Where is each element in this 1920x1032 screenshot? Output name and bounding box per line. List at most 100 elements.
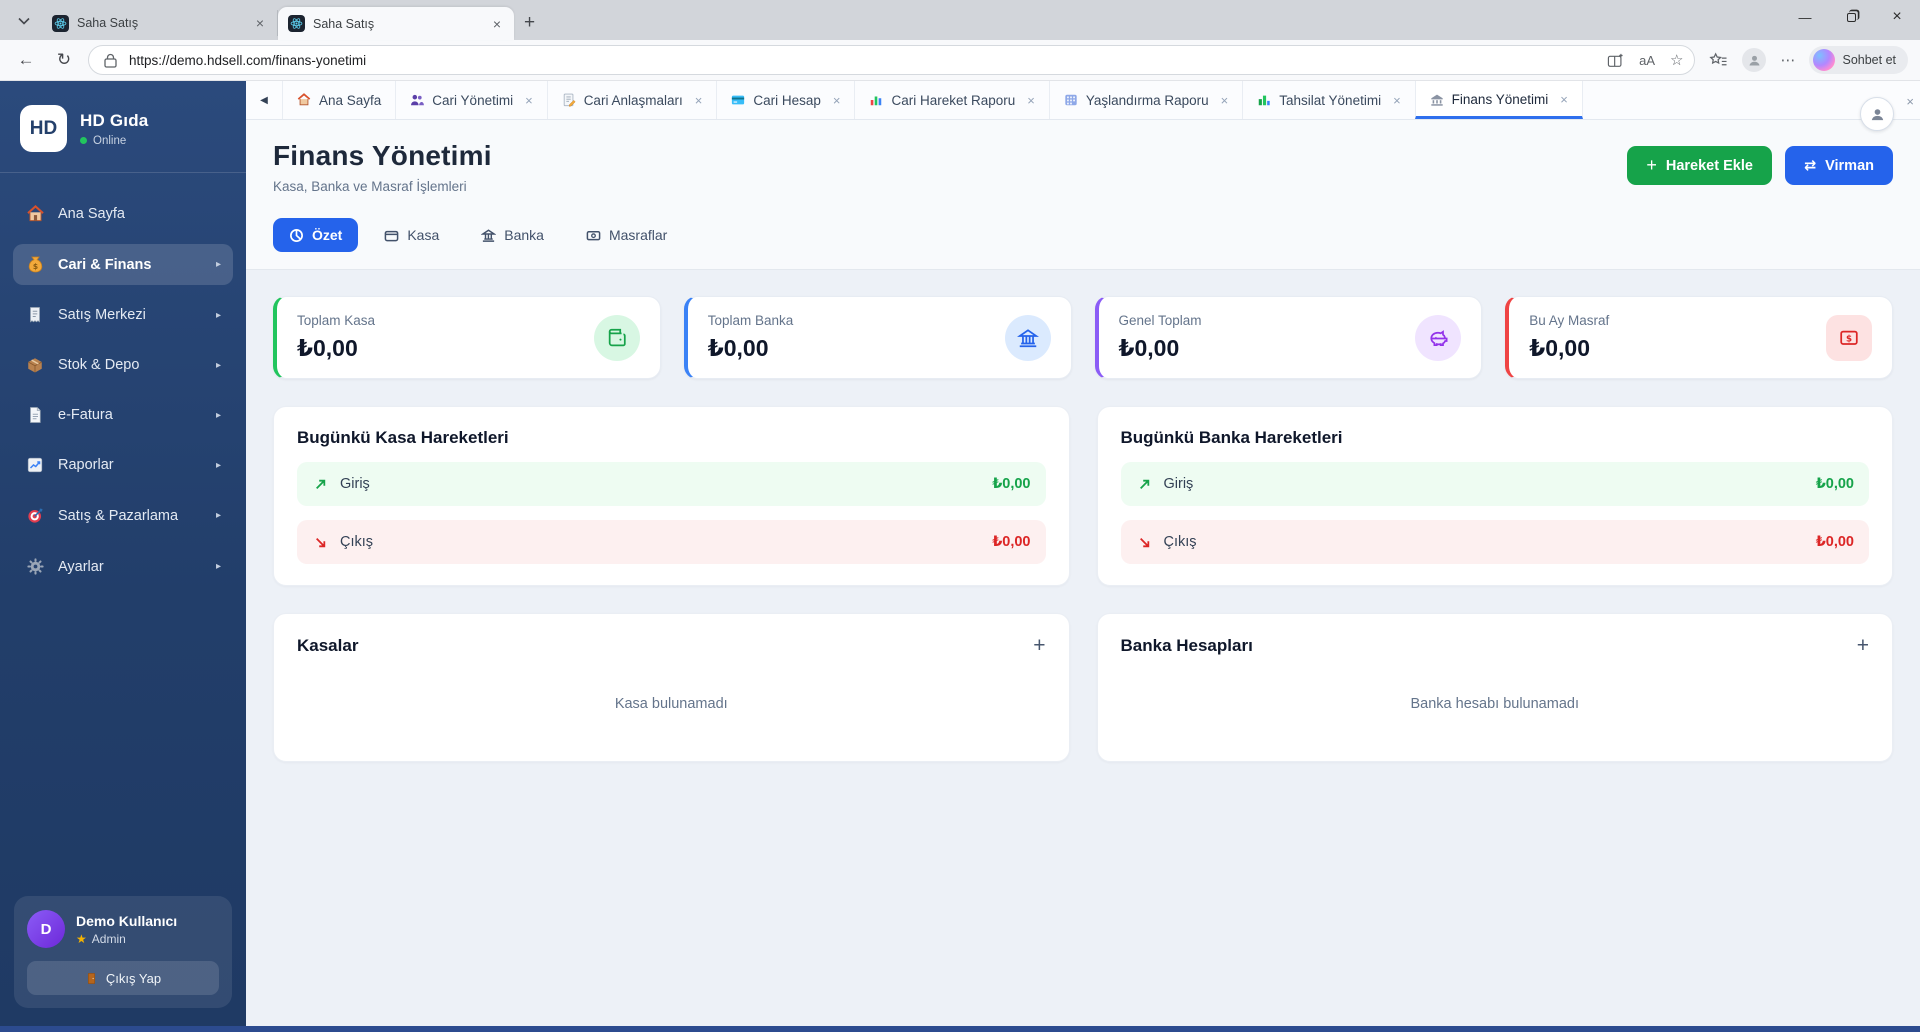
close-icon[interactable]: ×	[490, 16, 504, 32]
sidebar-item-label: Satış & Pazarlama	[58, 508, 178, 524]
refresh-button[interactable]: ↻	[50, 50, 78, 70]
chevron-right-icon: ▸	[216, 561, 221, 572]
arrow-down-right-icon	[1136, 534, 1153, 551]
tab-cari-yonetimi[interactable]: Cari Yönetimi ×	[395, 81, 546, 119]
person-icon	[1869, 106, 1886, 123]
sidebar-item-raporlar[interactable]: Raporlar ▸	[13, 445, 233, 485]
favorite-star-icon[interactable]: ☆	[1667, 51, 1686, 69]
close-icon[interactable]: ×	[695, 93, 703, 108]
account-lists: Kasalar + Kasa bulunamadı Banka Hesaplar…	[273, 613, 1893, 762]
sidebar-header: HD HD Gıda Online	[0, 81, 246, 172]
browser-tab-title: Saha Satış	[77, 16, 245, 30]
view-tab-ozet[interactable]: Özet	[273, 218, 358, 252]
view-tab-banka[interactable]: Banka	[465, 218, 560, 252]
close-icon[interactable]: ×	[525, 93, 533, 108]
tab-finans-yonetimi[interactable]: Finans Yönetimi ×	[1415, 81, 1583, 119]
browser-tab-strip: Saha Satış × Saha Satış × + — ×	[0, 0, 1920, 40]
close-window-button[interactable]: ×	[1874, 0, 1920, 34]
new-tab-button[interactable]: +	[514, 12, 547, 40]
card-title: Bugünkü Kasa Hareketleri	[297, 428, 1046, 448]
add-movement-button[interactable]: + Hareket Ekle	[1627, 146, 1772, 185]
tab-cari-hesap[interactable]: Cari Hesap ×	[716, 81, 854, 119]
plus-icon: +	[1646, 155, 1657, 176]
copilot-button[interactable]: Sohbet et	[1809, 46, 1908, 74]
sidebar-item-satis-merkezi[interactable]: Satış Merkezi ▸	[13, 295, 233, 335]
close-icon[interactable]: ×	[1560, 92, 1568, 107]
empty-message: Kasa bulunamadı	[297, 656, 1046, 740]
back-button[interactable]: ←	[12, 50, 40, 70]
close-panel-icon[interactable]: ×	[1906, 94, 1914, 109]
react-favicon	[52, 15, 69, 32]
view-tab-kasa[interactable]: Kasa	[368, 218, 455, 252]
online-dot-icon	[80, 137, 87, 144]
lock-icon[interactable]	[101, 53, 120, 68]
sidebar-item-label: Ayarlar	[58, 559, 104, 575]
view-tabs: Özet Kasa Banka Masraflar	[273, 218, 1893, 269]
close-icon[interactable]: ×	[1027, 93, 1035, 108]
dashboard-body: Toplam Kasa ₺0,00 Toplam Banka ₺0,00	[246, 270, 1920, 1026]
browser-profile-avatar[interactable]	[1742, 48, 1766, 72]
tab-cari-hareket-raporu[interactable]: Cari Hareket Raporu ×	[854, 81, 1048, 119]
close-icon[interactable]: ×	[1221, 93, 1229, 108]
minimize-button[interactable]: —	[1782, 0, 1828, 34]
browser-menu-icon[interactable]: ⋯	[1776, 51, 1799, 69]
restore-button[interactable]	[1828, 0, 1874, 34]
company-logo: HD	[20, 105, 67, 152]
tab-ana-sayfa[interactable]: Ana Sayfa	[282, 81, 395, 119]
tab-yaslandirma-raporu[interactable]: Yaşlandırma Raporu ×	[1049, 81, 1242, 119]
sidebar-item-label: Ana Sayfa	[58, 206, 125, 222]
chevron-right-icon: ▸	[216, 259, 221, 270]
favorites-list-icon[interactable]	[1705, 52, 1732, 69]
transfer-icon: ⇄	[1804, 158, 1816, 174]
close-icon[interactable]: ×	[253, 15, 267, 31]
sidebar-item-ana-sayfa[interactable]: Ana Sayfa	[13, 193, 233, 234]
page-subtitle: Kasa, Banka ve Masraf İşlemleri	[273, 179, 492, 194]
translate-icon[interactable]: aA	[1636, 53, 1658, 68]
user-role: ★ Admin	[76, 932, 177, 946]
user-avatar: D	[27, 910, 65, 948]
user-menu-button[interactable]	[1860, 97, 1894, 131]
target-icon	[25, 506, 45, 525]
sidebar-divider	[0, 172, 246, 173]
scroll-tabs-left-button[interactable]: ◀	[246, 81, 282, 119]
kasa-cikis-row: Çıkış ₺0,00	[297, 520, 1046, 564]
cikis-amount: ₺0,00	[1816, 534, 1854, 550]
app-tab-bar: ◀ Ana Sayfa Cari Yönetimi × Cari Anlaşma…	[246, 81, 1920, 120]
logout-button[interactable]: Çıkış Yap	[27, 961, 219, 995]
banka-giris-row: Giriş ₺0,00	[1121, 462, 1870, 506]
user-name: Demo Kullanıcı	[76, 913, 177, 929]
close-icon[interactable]: ×	[1393, 93, 1401, 108]
stat-cards: Toplam Kasa ₺0,00 Toplam Banka ₺0,00	[273, 296, 1893, 379]
sidebar-item-cari-finans[interactable]: $ Cari & Finans ▸	[13, 244, 233, 285]
sidebar-item-e-fatura[interactable]: e-Fatura ▸	[13, 395, 233, 435]
address-bar[interactable]: https://demo.hdsell.com/finans-yonetimi …	[88, 45, 1695, 75]
split-screen-icon[interactable]	[1604, 53, 1627, 68]
chevron-right-icon: ▸	[216, 460, 221, 471]
tab-cari-anlasmalari[interactable]: Cari Anlaşmaları ×	[547, 81, 717, 119]
sidebar-item-satis-pazarlama[interactable]: Satış & Pazarlama ▸	[13, 495, 233, 536]
sidebar-item-ayarlar[interactable]: Ayarlar ▸	[13, 546, 233, 587]
banka-hesaplari-card: Banka Hesapları + Banka hesabı bulunamad…	[1097, 613, 1894, 762]
url-text[interactable]: https://demo.hdsell.com/finans-yonetimi	[129, 53, 1595, 68]
receipt-icon	[25, 306, 45, 324]
browser-tab-active[interactable]: Saha Satış ×	[278, 7, 514, 40]
giris-amount: ₺0,00	[992, 476, 1030, 492]
copilot-icon	[1813, 49, 1835, 71]
tab-tahsilat-yonetimi[interactable]: Tahsilat Yönetimi ×	[1242, 81, 1414, 119]
browser-tab-inactive[interactable]: Saha Satış ×	[42, 10, 278, 36]
banknote-icon	[586, 228, 601, 243]
expense-banknote-icon: $	[1826, 315, 1872, 361]
add-kasa-button[interactable]: +	[1033, 635, 1045, 656]
bank-icon	[1430, 93, 1444, 107]
page-content: Finans Yönetimi Kasa, Banka ve Masraf İş…	[246, 120, 1920, 1026]
close-icon[interactable]: ×	[833, 93, 841, 108]
copilot-label: Sohbet et	[1842, 53, 1896, 67]
transfer-button[interactable]: ⇄ Virman	[1785, 146, 1893, 185]
sidebar-item-stok-depo[interactable]: Stok & Depo ▸	[13, 345, 233, 385]
chevron-right-icon: ▸	[216, 360, 221, 371]
tab-search-button[interactable]	[8, 6, 40, 36]
cikis-amount: ₺0,00	[992, 534, 1030, 550]
arrow-down-right-icon	[312, 534, 329, 551]
view-tab-masraflar[interactable]: Masraflar	[570, 218, 683, 252]
add-banka-hesabi-button[interactable]: +	[1857, 635, 1869, 656]
